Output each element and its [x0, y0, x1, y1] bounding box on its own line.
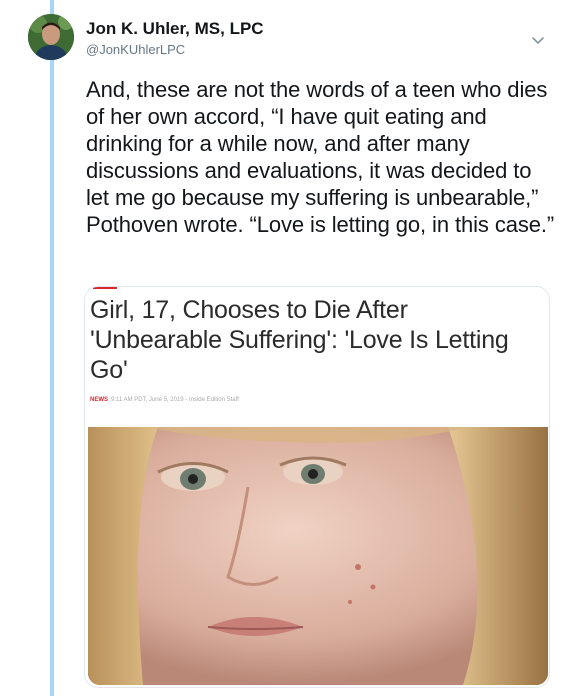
card-tag: NEWS — [90, 397, 108, 403]
author-handle[interactable]: @JonKUhlerLPC — [86, 42, 185, 57]
card-accent-bar — [93, 287, 117, 289]
card-title[interactable]: Girl, 17, Chooses to Die After 'Unbearab… — [90, 295, 530, 385]
avatar[interactable] — [28, 14, 74, 60]
thread-line — [50, 0, 54, 696]
chevron-down-icon[interactable] — [530, 32, 546, 48]
tweet-text: And, these are not the words of a teen w… — [86, 77, 555, 237]
link-card[interactable]: Girl, 17, Chooses to Die After 'Unbearab… — [84, 286, 550, 688]
card-photo[interactable] — [88, 427, 548, 685]
card-meta: NEWS 9:11 AM PDT, June 5, 2019 - Inside E… — [90, 397, 239, 403]
card-meta-text: 9:11 AM PDT, June 5, 2019 - Inside Editi… — [111, 397, 239, 403]
author-name[interactable]: Jon K. Uhler, MS, LPC — [86, 19, 264, 39]
